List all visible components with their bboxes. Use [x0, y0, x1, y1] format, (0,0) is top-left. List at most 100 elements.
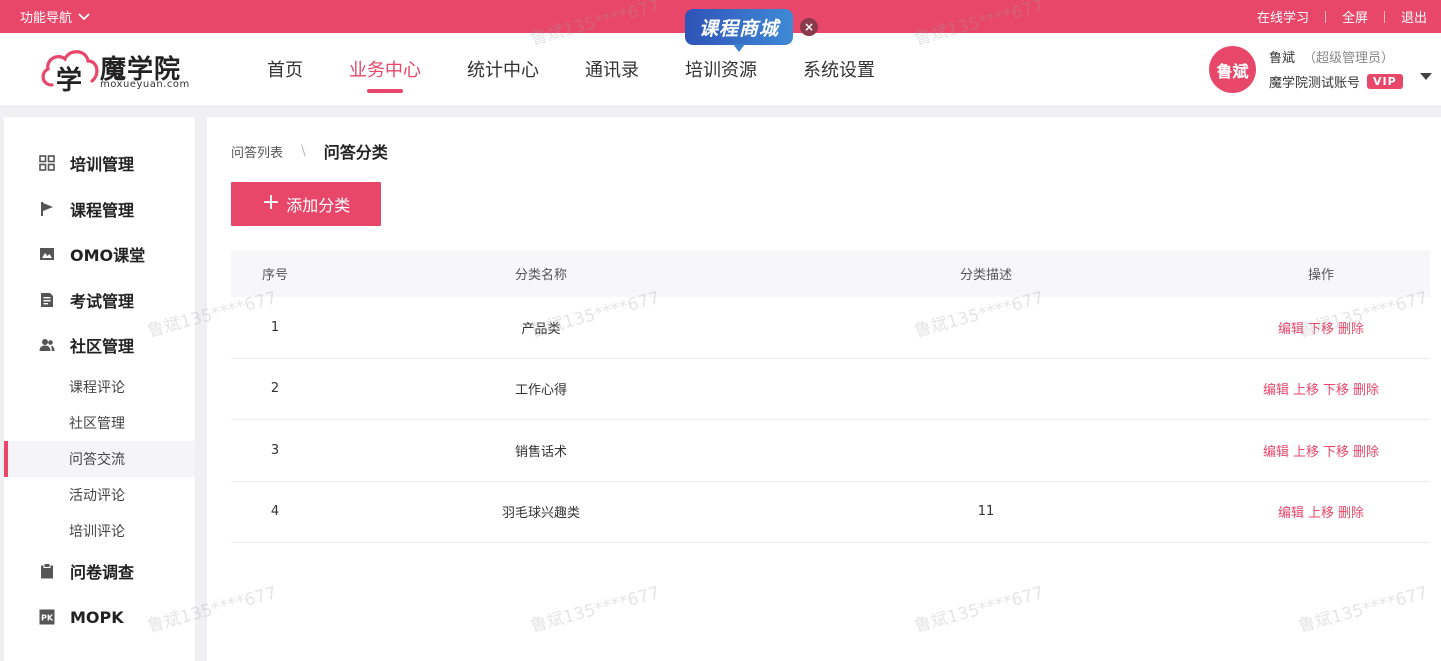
close-icon[interactable]: × — [800, 18, 818, 36]
delete-link[interactable]: 删除 — [1353, 441, 1379, 460]
row-index: 1 — [270, 319, 280, 335]
table-row: 4 羽毛球兴趣类 11 编辑 上移 删除 — [231, 482, 1430, 543]
main-nav: 首页 业务中心 统计中心 通讯录 培训资源 系统设置 — [244, 33, 898, 105]
add-category-button[interactable]: + 添加分类 — [231, 182, 381, 226]
logout-link[interactable]: 退出 — [1401, 7, 1427, 26]
sidebar-subitem-qa-exchange[interactable]: 问答交流 — [4, 441, 195, 477]
vip-badge: VIP — [1367, 74, 1403, 89]
pk-icon-text: PK — [41, 614, 54, 623]
logo-domain: moxueyuan.com — [100, 79, 190, 90]
top-right-links: 在线学习 全屏 退出 — [1257, 0, 1427, 33]
row-category-name: 工作心得 — [514, 383, 567, 399]
nav-business-center[interactable]: 业务中心 — [326, 33, 444, 105]
grid-icon — [38, 154, 56, 172]
account-line: 魔学院测试账号 VIP — [1269, 72, 1403, 91]
nav-statistics-center[interactable]: 统计中心 — [444, 33, 562, 105]
sidebar-item-mopk[interactable]: PK MOPK — [4, 597, 195, 637]
sidebar-subitem-label: 培训评论 — [69, 524, 125, 540]
delete-link[interactable]: 删除 — [1353, 379, 1379, 398]
sidebar-subitem-training-comments[interactable]: 培训评论 — [4, 513, 195, 549]
chevron-down-icon — [78, 12, 90, 20]
image-icon — [38, 245, 56, 263]
edit-link[interactable]: 编辑 — [1263, 379, 1289, 398]
row-category-desc — [886, 420, 1086, 481]
nav-system-settings[interactable]: 系统设置 — [780, 33, 898, 105]
move-up-link[interactable]: 上移 — [1308, 502, 1334, 521]
delete-link[interactable]: 删除 — [1338, 502, 1364, 521]
edit-link[interactable]: 编辑 — [1278, 318, 1304, 337]
row-actions: 编辑 上移 下移 删除 — [1221, 420, 1421, 481]
breadcrumb: 问答列表 \ 问答分类 — [231, 141, 388, 162]
user-name-line: 鲁斌 （超级管理员） — [1269, 47, 1394, 66]
row-category-name: 产品类 — [521, 321, 561, 337]
row-index: 4 — [270, 504, 280, 520]
edit-link[interactable]: 编辑 — [1278, 502, 1304, 521]
sidebar-item-label: OMO课堂 — [70, 246, 146, 265]
row-category-desc — [886, 359, 1086, 420]
divider — [1383, 10, 1385, 23]
plus-icon: + — [261, 190, 281, 215]
users-icon — [38, 336, 56, 354]
move-down-link[interactable]: 下移 — [1323, 379, 1349, 398]
row-actions: 编辑 上移 下移 删除 — [1221, 359, 1421, 420]
account-name: 魔学院测试账号 — [1269, 76, 1361, 91]
user-name: 鲁斌 — [1269, 51, 1296, 66]
logo-glyph: 学 — [56, 65, 82, 95]
sidebar-subitem-course-comments[interactable]: 课程评论 — [4, 369, 195, 405]
sidebar-item-omo-classroom[interactable]: OMO课堂 — [4, 234, 195, 274]
divider — [1324, 10, 1326, 23]
row-category-desc: 11 — [977, 504, 995, 520]
course-mall-badge[interactable]: 课程商城 — [685, 9, 793, 52]
move-up-link[interactable]: 上移 — [1293, 441, 1319, 460]
user-panel: 鲁斌 鲁斌 （超级管理员） 魔学院测试账号 VIP — [1209, 45, 1435, 95]
caret-down-icon[interactable] — [1420, 73, 1432, 80]
sidebar-item-label: 问卷调查 — [70, 563, 135, 582]
delete-link[interactable]: 删除 — [1338, 318, 1364, 337]
sidebar-subitem-community-management[interactable]: 社区管理 — [4, 405, 195, 441]
sidebar-subitem-label: 活动评论 — [69, 488, 125, 504]
row-actions: 编辑 上移 删除 — [1221, 482, 1421, 543]
header-category-desc: 分类描述 — [959, 268, 1012, 283]
sidebar-item-training-management[interactable]: 培训管理 — [4, 143, 195, 183]
table-row: 1 产品类 编辑 下移 删除 — [231, 297, 1430, 359]
sidebar-subitem-activity-comments[interactable]: 活动评论 — [4, 477, 195, 513]
nav-home[interactable]: 首页 — [244, 33, 326, 105]
nav-contacts[interactable]: 通讯录 — [562, 33, 662, 105]
flag-icon — [38, 200, 56, 218]
row-category-name: 羽毛球兴趣类 — [501, 506, 580, 522]
breadcrumb-qa-list[interactable]: 问答列表 — [231, 142, 283, 161]
move-up-link[interactable]: 上移 — [1293, 379, 1319, 398]
row-category-name: 销售话术 — [514, 444, 567, 460]
move-down-link[interactable]: 下移 — [1323, 441, 1349, 460]
sidebar-item-course-management[interactable]: 课程管理 — [4, 189, 195, 229]
sidebar-item-label: MOPK — [70, 607, 124, 627]
logo[interactable]: 学 魔学院 moxueyuan.com — [38, 45, 198, 95]
table-row: 2 工作心得 编辑 上移 下移 删除 — [231, 359, 1430, 420]
row-actions: 编辑 下移 删除 — [1221, 297, 1421, 358]
function-nav-button[interactable]: 功能导航 — [20, 0, 90, 33]
table-row: 3 销售话术 编辑 上移 下移 删除 — [231, 420, 1430, 482]
cloud-logo-icon: 学 — [41, 50, 99, 95]
page-title: 问答分类 — [323, 143, 388, 162]
user-role: （超级管理员） — [1303, 51, 1395, 66]
sidebar-subitem-label: 问答交流 — [69, 452, 125, 468]
header-actions: 操作 — [1307, 268, 1334, 283]
function-nav-label: 功能导航 — [20, 11, 73, 26]
row-category-desc — [886, 297, 1086, 358]
sidebar-item-label: 考试管理 — [70, 292, 135, 311]
add-category-label: 添加分类 — [286, 196, 351, 215]
sidebar-item-exam-management[interactable]: 考试管理 — [4, 280, 195, 320]
row-index: 3 — [270, 442, 280, 458]
fullscreen-link[interactable]: 全屏 — [1342, 7, 1368, 26]
online-learning-link[interactable]: 在线学习 — [1257, 7, 1309, 26]
document-icon — [38, 291, 56, 309]
sidebar-subitem-label: 课程评论 — [69, 380, 125, 396]
category-table: 序号 分类名称 分类描述 操作 1 产品类 编辑 下移 删除 2 工作心得 编辑… — [231, 250, 1430, 543]
breadcrumb-separator: \ — [301, 143, 306, 159]
avatar[interactable]: 鲁斌 — [1209, 46, 1256, 93]
sidebar-item-community-management[interactable]: 社区管理 — [4, 325, 195, 365]
edit-link[interactable]: 编辑 — [1263, 441, 1289, 460]
clipboard-icon — [38, 562, 56, 580]
sidebar-item-questionnaire[interactable]: 问卷调查 — [4, 551, 195, 591]
move-down-link[interactable]: 下移 — [1308, 318, 1334, 337]
